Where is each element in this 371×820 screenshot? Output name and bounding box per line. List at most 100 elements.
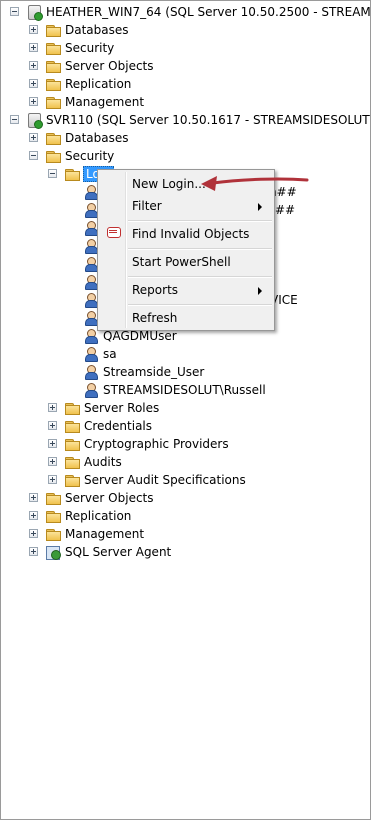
node-label: sa: [103, 347, 117, 361]
folder-icon: [64, 400, 80, 416]
server-icon: [26, 4, 43, 21]
tree-node-sql-server-agent[interactable]: SQL Server Agent: [1, 543, 370, 561]
object-explorer-tree: HEATHER_WIN7_64 (SQL Server 10.50.2500 -…: [0, 0, 371, 820]
menu-item-refresh[interactable]: Refresh: [100, 307, 272, 329]
node-label: Server Audit Specifications: [84, 473, 246, 487]
submenu-arrow-icon: [258, 203, 262, 211]
tree-node-server-heather[interactable]: HEATHER_WIN7_64 (SQL Server 10.50.2500 -…: [1, 3, 370, 21]
expand-toggle[interactable]: [29, 43, 38, 52]
expand-toggle[interactable]: [29, 61, 38, 70]
node-label: Server Roles: [84, 401, 160, 415]
folder-icon: [64, 418, 80, 434]
server-icon: [26, 112, 43, 129]
server-label: HEATHER_WIN7_64 (SQL Server 10.50.2500 -…: [46, 5, 371, 19]
tree-node-login-russell[interactable]: STREAMSIDESOLUT\Russell: [1, 381, 370, 399]
folder-icon: [45, 526, 61, 542]
tree-node-server-svr110[interactable]: SVR110 (SQL Server 10.50.1617 - STREAMSI…: [1, 111, 370, 129]
folder-icon: [45, 94, 61, 110]
collapse-toggle[interactable]: [10, 115, 19, 124]
tree-node-audits[interactable]: Audits: [1, 453, 370, 471]
tree-node-server-objects[interactable]: Server Objects: [1, 57, 370, 75]
menu-separator: [128, 248, 272, 250]
menu-item-find-invalid-objects[interactable]: Find Invalid Objects: [100, 223, 272, 245]
expand-toggle[interactable]: [29, 133, 38, 142]
node-label: Server Objects: [65, 491, 154, 505]
tree-node-replication[interactable]: Replication: [1, 75, 370, 93]
menu-item-label: Start PowerShell: [132, 255, 231, 269]
collapse-toggle[interactable]: [48, 169, 57, 178]
node-label: Replication: [65, 509, 132, 523]
node-label: Streamside_User: [103, 365, 205, 379]
folder-icon: [64, 166, 80, 182]
node-label: Cryptographic Providers: [84, 437, 229, 451]
tree-node-server-roles[interactable]: Server Roles: [1, 399, 370, 417]
node-label: Databases: [65, 131, 129, 145]
folder-icon: [45, 130, 61, 146]
menu-item-reports[interactable]: Reports: [100, 279, 272, 301]
node-label: Audits: [84, 455, 122, 469]
menu-item-filter[interactable]: Filter: [100, 195, 272, 217]
tree-node-management[interactable]: Management: [1, 93, 370, 111]
expand-toggle[interactable]: [29, 511, 38, 520]
menu-item-label: Refresh: [132, 311, 178, 325]
expand-toggle[interactable]: [29, 529, 38, 538]
node-label: Server Objects: [65, 59, 154, 73]
node-label: Management: [65, 527, 145, 541]
tree-node-cryptographic-providers[interactable]: Cryptographic Providers: [1, 435, 370, 453]
expand-toggle[interactable]: [48, 421, 57, 430]
expand-toggle[interactable]: [48, 403, 57, 412]
collapse-toggle[interactable]: [10, 7, 19, 16]
menu-item-new-login[interactable]: New Login...: [100, 173, 272, 195]
tree-node-server-objects[interactable]: Server Objects: [1, 489, 370, 507]
tree-node-databases[interactable]: Databases: [1, 21, 370, 39]
sql-agent-icon: [45, 544, 61, 560]
expand-toggle[interactable]: [29, 547, 38, 556]
node-label: STREAMSIDESOLUT\Russell: [103, 383, 266, 397]
expand-toggle[interactable]: [29, 493, 38, 502]
folder-icon: [45, 76, 61, 92]
menu-item-label: Find Invalid Objects: [132, 227, 250, 241]
tree-node-login-streamside-user[interactable]: Streamside_User: [1, 363, 370, 381]
menu-item-label: Reports: [132, 283, 179, 297]
tree-node-login-sa[interactable]: sa: [1, 345, 370, 363]
node-label: ##: [275, 203, 296, 217]
tree-node-credentials[interactable]: Credentials: [1, 417, 370, 435]
tree-node-security[interactable]: Security: [1, 39, 370, 57]
menu-item-label: Filter: [132, 199, 162, 213]
expand-toggle[interactable]: [29, 25, 38, 34]
folder-icon: [45, 490, 61, 506]
folder-icon: [64, 454, 80, 470]
expand-toggle[interactable]: [48, 475, 57, 484]
expand-toggle[interactable]: [29, 79, 38, 88]
menu-separator: [128, 304, 272, 306]
expand-toggle[interactable]: [48, 439, 57, 448]
tree-node-server-audit-specifications[interactable]: Server Audit Specifications: [1, 471, 370, 489]
expand-toggle[interactable]: [48, 457, 57, 466]
node-label: Management: [65, 95, 145, 109]
folder-icon: [45, 40, 61, 56]
server-label: SVR110 (SQL Server 10.50.1617 - STREAMSI…: [46, 113, 370, 127]
tree-node-databases[interactable]: Databases: [1, 129, 370, 147]
node-label: Credentials: [84, 419, 153, 433]
folder-icon: [64, 472, 80, 488]
node-label: Databases: [65, 23, 129, 37]
menu-item-start-powershell[interactable]: Start PowerShell: [100, 251, 272, 273]
folder-icon: [64, 436, 80, 452]
tree-node-management[interactable]: Management: [1, 525, 370, 543]
menu-separator: [128, 220, 272, 222]
tree-node-replication[interactable]: Replication: [1, 507, 370, 525]
node-label: Replication: [65, 77, 132, 91]
collapse-toggle[interactable]: [29, 151, 38, 160]
context-menu: New Login... Filter Find Invalid Objects…: [97, 169, 275, 331]
submenu-arrow-icon: [258, 287, 262, 295]
tree-node-security[interactable]: Security: [1, 147, 370, 165]
expand-toggle[interactable]: [29, 97, 38, 106]
folder-icon: [45, 58, 61, 74]
find-invalid-icon: [106, 226, 122, 242]
user-icon: [83, 364, 99, 380]
menu-item-label: New Login...: [132, 177, 206, 191]
user-icon: [83, 346, 99, 362]
user-icon: [83, 382, 99, 398]
folder-icon: [45, 508, 61, 524]
node-label: Security: [65, 41, 115, 55]
